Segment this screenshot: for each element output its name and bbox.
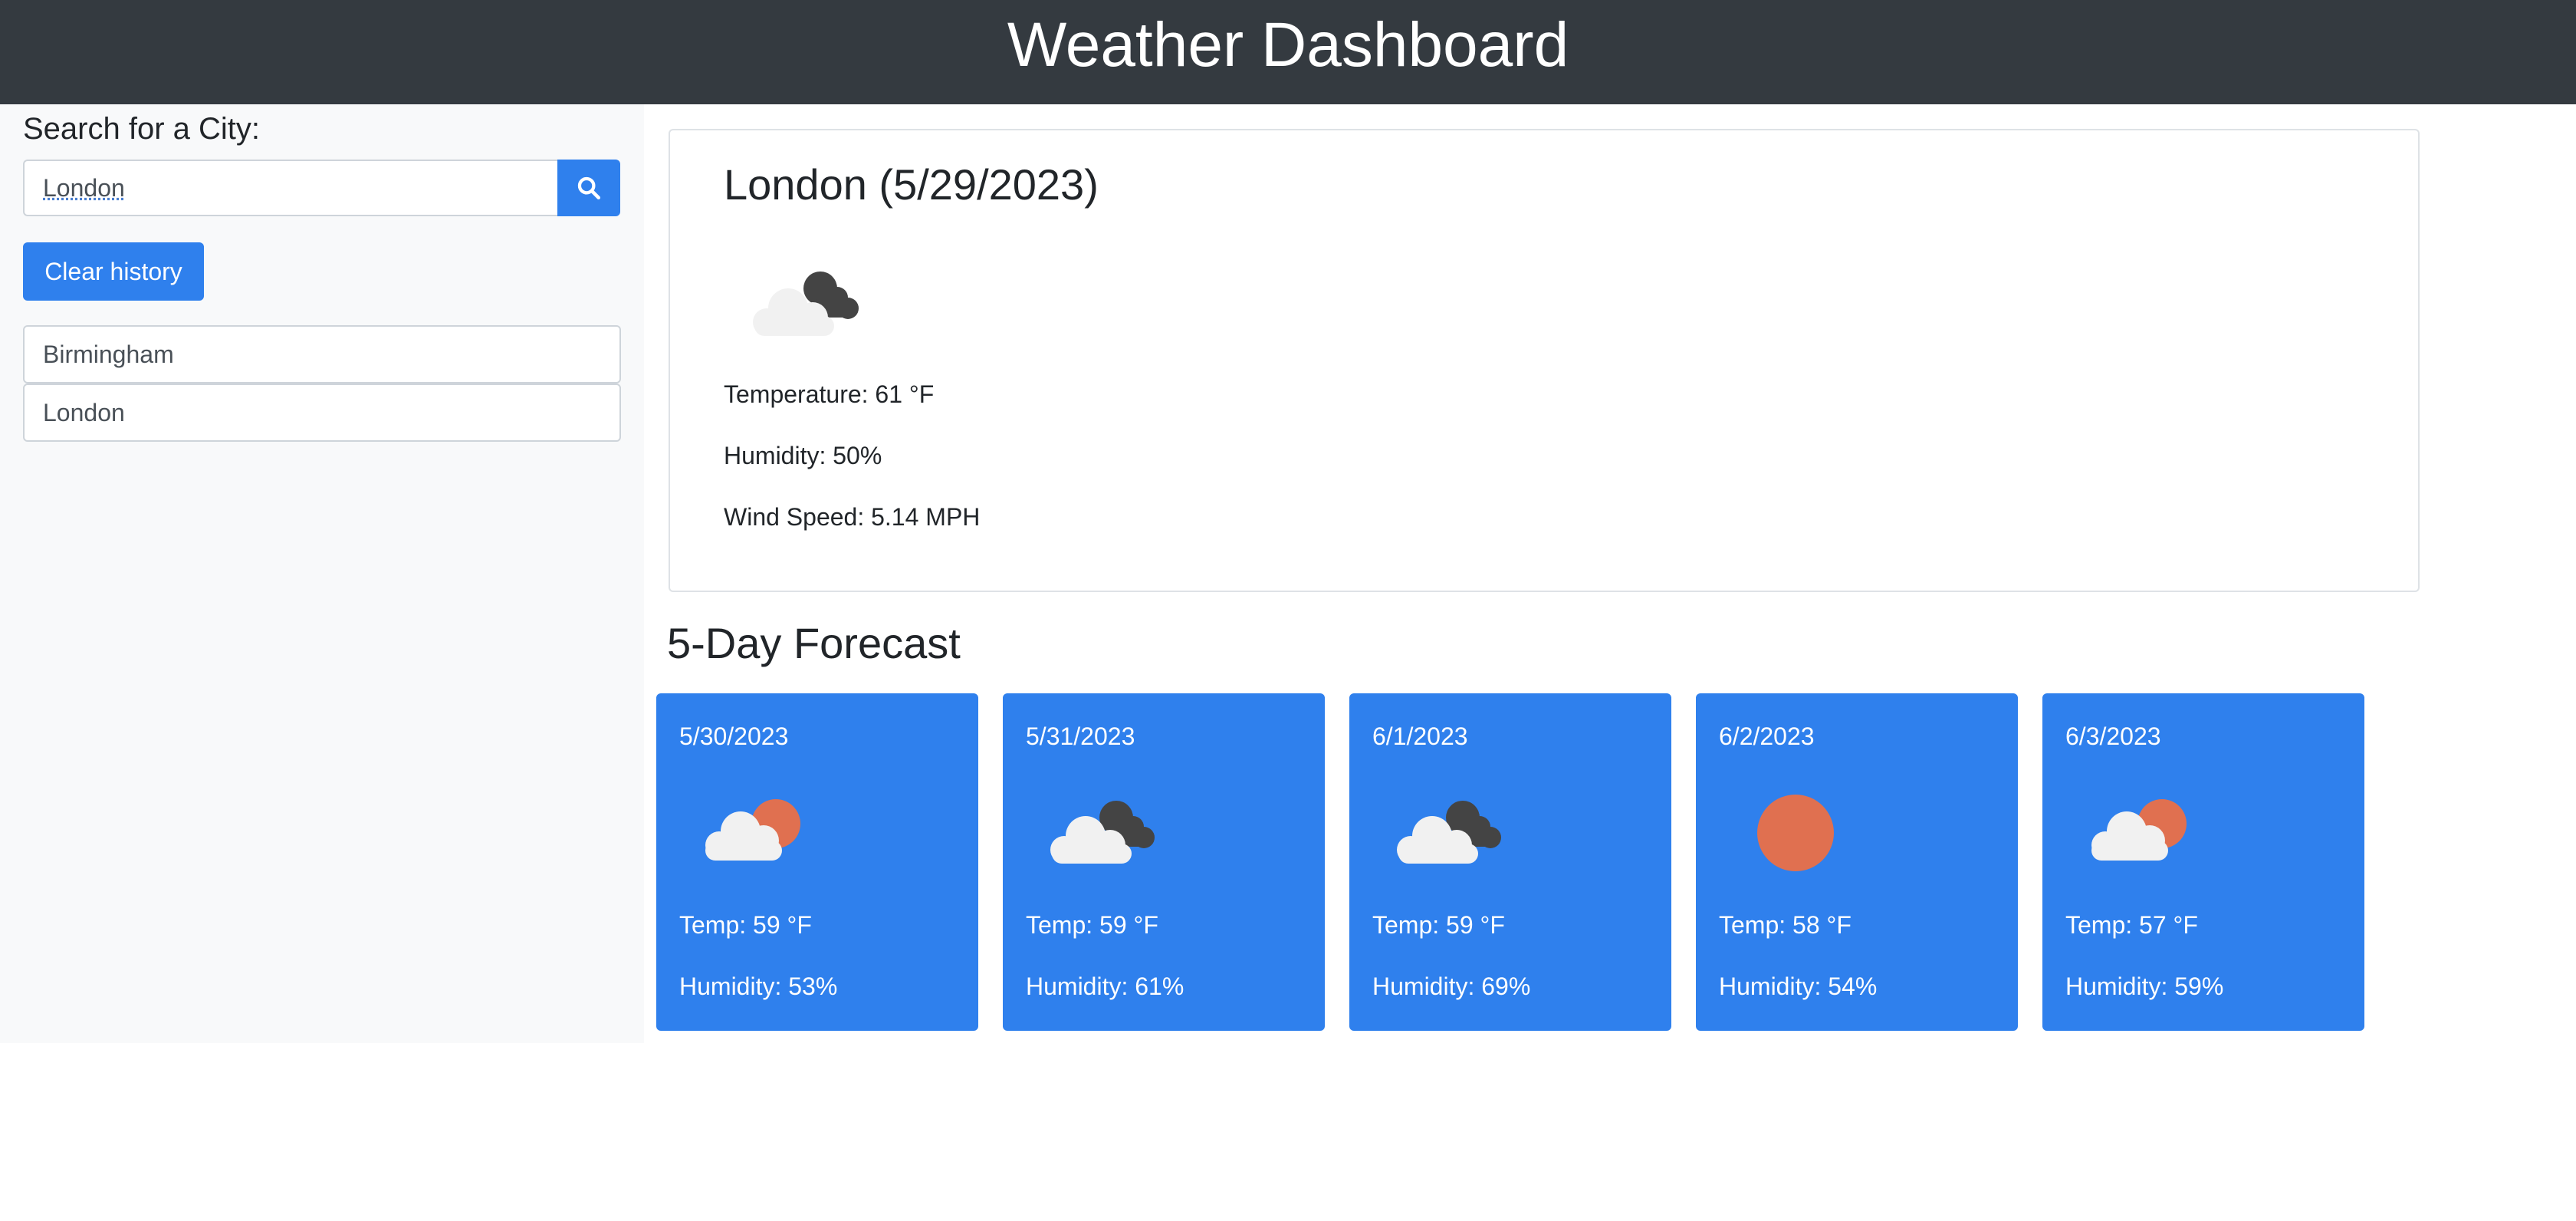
forecast-card: 6/2/2023 Temp: 58 °F Humidity: 54% — [1696, 693, 2018, 1031]
cloud-sun-icon — [2087, 793, 2194, 874]
cloud-dark-icon — [744, 261, 866, 349]
forecast-temp: Temp: 59 °F — [1372, 911, 1505, 939]
forecast-date: 5/30/2023 — [679, 722, 789, 750]
forecast-date: 6/1/2023 — [1372, 722, 1468, 750]
current-city-title: London (5/29/2023) — [724, 160, 1099, 209]
forecast-temp: Temp: 57 °F — [2065, 911, 2198, 939]
forecast-title: 5-Day Forecast — [667, 619, 961, 667]
current-humidity: Humidity: 50% — [724, 442, 882, 469]
current-weather-card: London (5/29/2023) Temperature: 61 °F Hu… — [669, 129, 2420, 592]
page-title: Weather Dashboard — [1007, 10, 1569, 80]
cloud-dark-icon — [1394, 793, 1509, 874]
search-input-value: London — [43, 173, 125, 202]
search-icon — [577, 176, 601, 200]
forecast-card: 5/31/2023 Temp: 59 °F Humidity: 61% — [1003, 693, 1325, 1031]
search-button[interactable] — [557, 160, 620, 216]
forecast-temp: Temp: 59 °F — [679, 911, 812, 939]
forecast-date: 6/2/2023 — [1719, 722, 1815, 750]
forecast-date: 5/31/2023 — [1026, 722, 1135, 750]
sun-icon — [1757, 790, 1842, 878]
forecast-humidity: Humidity: 53% — [679, 973, 838, 1000]
forecast-card: 6/1/2023 Temp: 59 °F Humidity: 69% — [1349, 693, 1671, 1031]
forecast-humidity: Humidity: 69% — [1372, 973, 1531, 1000]
forecast-card: 6/3/2023 Temp: 57 °F Humidity: 59% — [2042, 693, 2364, 1031]
forecast-card: 5/30/2023 Temp: 59 °F Humidity: 53% — [656, 693, 978, 1031]
search-input[interactable]: London — [23, 160, 558, 216]
history-item-birmingham[interactable]: Birmingham — [23, 325, 621, 383]
forecast-temp: Temp: 59 °F — [1026, 911, 1158, 939]
forecast-humidity: Humidity: 59% — [2065, 973, 2224, 1000]
history-item-london[interactable]: London — [23, 383, 621, 442]
forecast-temp: Temp: 58 °F — [1719, 911, 1852, 939]
current-temperature: Temperature: 61 °F — [724, 380, 935, 408]
forecast-humidity: Humidity: 61% — [1026, 973, 1184, 1000]
forecast-humidity: Humidity: 54% — [1719, 973, 1878, 1000]
cloud-sun-icon — [701, 793, 808, 874]
current-wind-speed: Wind Speed: 5.14 MPH — [724, 503, 981, 531]
forecast-date: 6/3/2023 — [2065, 722, 2161, 750]
search-label: Search for a City: — [23, 112, 261, 146]
clear-history-button[interactable]: Clear history — [23, 242, 204, 301]
page-header: Weather Dashboard — [0, 0, 2576, 104]
search-history-list: Birmingham London — [23, 325, 621, 442]
cloud-dark-icon — [1047, 793, 1162, 874]
